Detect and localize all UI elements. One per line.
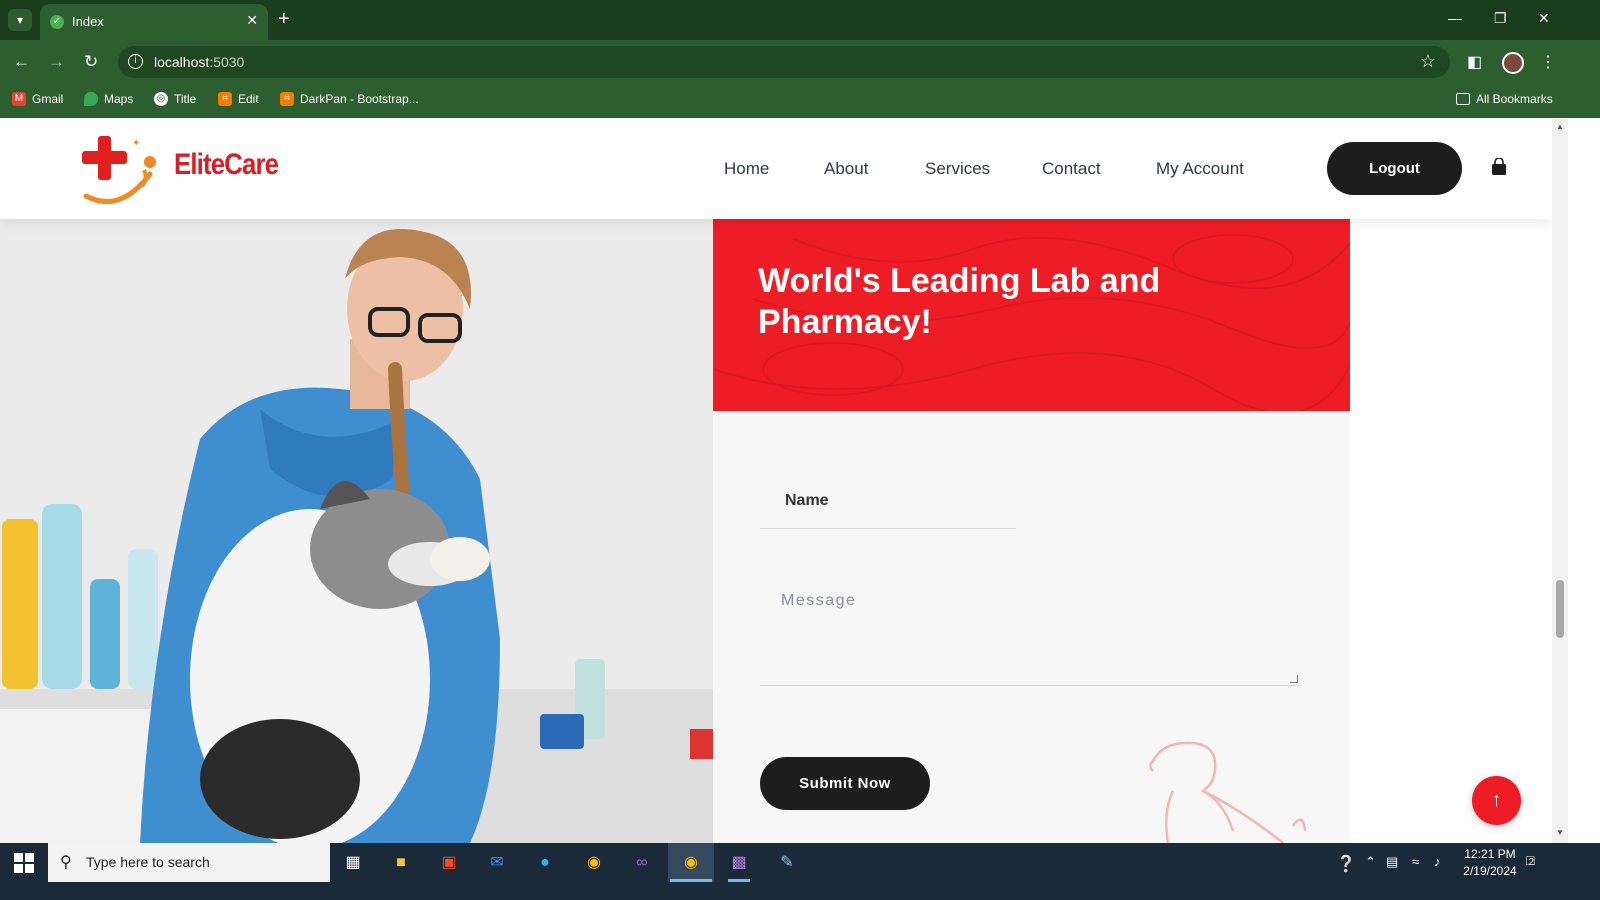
file-explorer-icon[interactable]: ■ (386, 849, 416, 877)
search-icon: ⚲ (60, 854, 72, 871)
restore-button[interactable]: ❐ (1494, 10, 1507, 27)
nav-contact[interactable]: Contact (1042, 159, 1101, 179)
contact-form: Name Message Submit Now (713, 411, 1350, 843)
scroll-up-arrow-icon[interactable]: ▲ (1556, 122, 1564, 131)
heading-banner: World's Leading Lab and Pharmacy! (713, 219, 1350, 411)
help-icon[interactable]: ❔ (1336, 854, 1356, 874)
taskbar-search-placeholder: Type here to search (86, 854, 210, 870)
edge-icon[interactable]: ● (530, 849, 560, 877)
nav-my-account[interactable]: My Account (1156, 159, 1244, 179)
submit-button[interactable]: Submit Now (760, 757, 930, 810)
terminal-icon[interactable]: ▩ (724, 849, 754, 877)
nav-about[interactable]: About (824, 159, 868, 179)
profile-avatar[interactable] (1502, 52, 1524, 74)
side-panel-icon[interactable]: ◧ (1467, 52, 1482, 72)
chrome-icon[interactable]: ◉ (579, 849, 609, 877)
notepad-icon[interactable]: ✎ (772, 849, 802, 877)
new-tab-button[interactable]: + (278, 8, 290, 30)
clock-date: 2/19/2024 (1463, 864, 1517, 878)
notification-center-icon[interactable]: □2 (1526, 852, 1548, 874)
bookmark-title[interactable]: ◎ Title (154, 92, 196, 106)
close-window-button[interactable]: ✕ (1538, 10, 1550, 27)
url-text[interactable]: localhost:5030 (154, 54, 244, 70)
browser-tab-bar: ▾ ✓ Index ✕ + — ❐ ✕ (0, 0, 1600, 40)
tab-title: Index (72, 14, 104, 29)
gmail-icon: M (12, 92, 26, 106)
bookmark-darkpan[interactable]: ⌗ DarkPan - Bootstrap... (280, 92, 419, 106)
bookmark-maps[interactable]: Maps (84, 92, 133, 106)
chrome-active-icon[interactable]: ◉ (676, 849, 706, 877)
globe-icon: ◎ (154, 92, 168, 106)
microsoft-store-icon[interactable]: ▣ (434, 849, 464, 877)
windows-start-icon[interactable] (14, 853, 34, 873)
section-title: World's Leading Lab and Pharmacy! (758, 262, 1161, 341)
mail-icon[interactable]: ✉ (482, 849, 512, 877)
address-bar[interactable]: i localhost:5030 ☆ (118, 46, 1450, 78)
tab-search-button[interactable]: ▾ (8, 9, 32, 31)
show-hidden-icons[interactable]: ⌃ (1365, 854, 1376, 870)
bookmark-edit[interactable]: ⌗ Edit (218, 92, 259, 106)
wifi-icon[interactable]: ≈ (1412, 854, 1419, 869)
visual-studio-icon[interactable]: ∞ (627, 849, 657, 877)
web-page: ✦ EliteCare Home About Services Contact … (0, 118, 1552, 843)
browser-tab-active[interactable]: ✓ Index ✕ (40, 4, 268, 40)
forward-arrow-icon[interactable]: → (48, 52, 65, 72)
reload-icon[interactable]: ↻ (84, 52, 98, 72)
xampp-icon: ⌗ (218, 92, 232, 106)
bookmark-star-icon[interactable]: ☆ (1420, 51, 1436, 72)
task-view-icon[interactable]: ▦ (338, 849, 368, 877)
name-field-label: Name (785, 492, 829, 509)
dog-outline-decoration (1149, 741, 1307, 843)
scrollbar-thumb[interactable] (1556, 580, 1564, 638)
message-placeholder: Message (781, 592, 857, 609)
back-to-top-button[interactable]: ↑ (1472, 776, 1521, 825)
folder-icon (1456, 93, 1470, 105)
running-app-indicator (728, 879, 750, 882)
back-arrow-icon[interactable]: ← (13, 52, 30, 72)
brand-name[interactable]: EliteCare (174, 148, 279, 182)
all-bookmarks[interactable]: All Bookmarks (1456, 92, 1553, 106)
maps-pin-icon (84, 92, 98, 106)
browser-menu-icon[interactable]: ⋮ (1540, 52, 1556, 72)
minimize-button[interactable]: — (1448, 10, 1462, 26)
name-field[interactable]: Name (760, 473, 1016, 529)
scroll-down-arrow-icon[interactable]: ▼ (1556, 828, 1564, 837)
taskbar-clock[interactable]: 12:21 PM 2/19/2024 (1456, 846, 1524, 880)
clock-time: 12:21 PM (1464, 847, 1516, 861)
volume-icon[interactable]: ♪ (1434, 854, 1441, 869)
windows-taskbar: ⚲ Type here to search ▦ ■ ▣ ✉ ● ◉ ∞ ◉ ▩ … (0, 843, 1600, 900)
tab-close-icon[interactable]: ✕ (246, 12, 258, 29)
textarea-resize-handle[interactable] (1290, 675, 1298, 683)
notification-count: 2 (1528, 857, 1535, 868)
site-info-icon[interactable]: i (128, 54, 143, 69)
bookmark-gmail[interactable]: M Gmail (12, 92, 63, 106)
vet-photo-illustration (0, 219, 713, 843)
bookmarks-bar: M Gmail Maps ◎ Title ⌗ Edit ⌗ DarkPan - … (0, 84, 1600, 118)
logout-button[interactable]: Logout (1327, 142, 1462, 195)
svg-text:✦: ✦ (132, 138, 140, 149)
battery-icon[interactable]: ▤ (1386, 854, 1398, 870)
browser-toolbar: ← → ↻ i localhost:5030 ☆ ◧ ⋮ (0, 40, 1600, 84)
message-textarea[interactable]: Message (760, 573, 1300, 686)
active-app-indicator (670, 879, 712, 882)
shopping-bag-icon[interactable] (1491, 158, 1507, 176)
xampp-icon: ⌗ (280, 92, 294, 106)
nav-home[interactable]: Home (724, 159, 769, 179)
taskbar-search[interactable]: ⚲ Type here to search (48, 843, 330, 882)
vet-with-dog-photo (0, 219, 713, 843)
site-header: ✦ EliteCare Home About Services Contact … (0, 118, 1552, 219)
elitecare-logo-icon: ✦ (82, 136, 156, 204)
page-scrollbar[interactable]: ▲ ▼ (1552, 118, 1568, 843)
nav-services[interactable]: Services (925, 159, 990, 179)
tab-favicon-icon: ✓ (50, 15, 64, 29)
